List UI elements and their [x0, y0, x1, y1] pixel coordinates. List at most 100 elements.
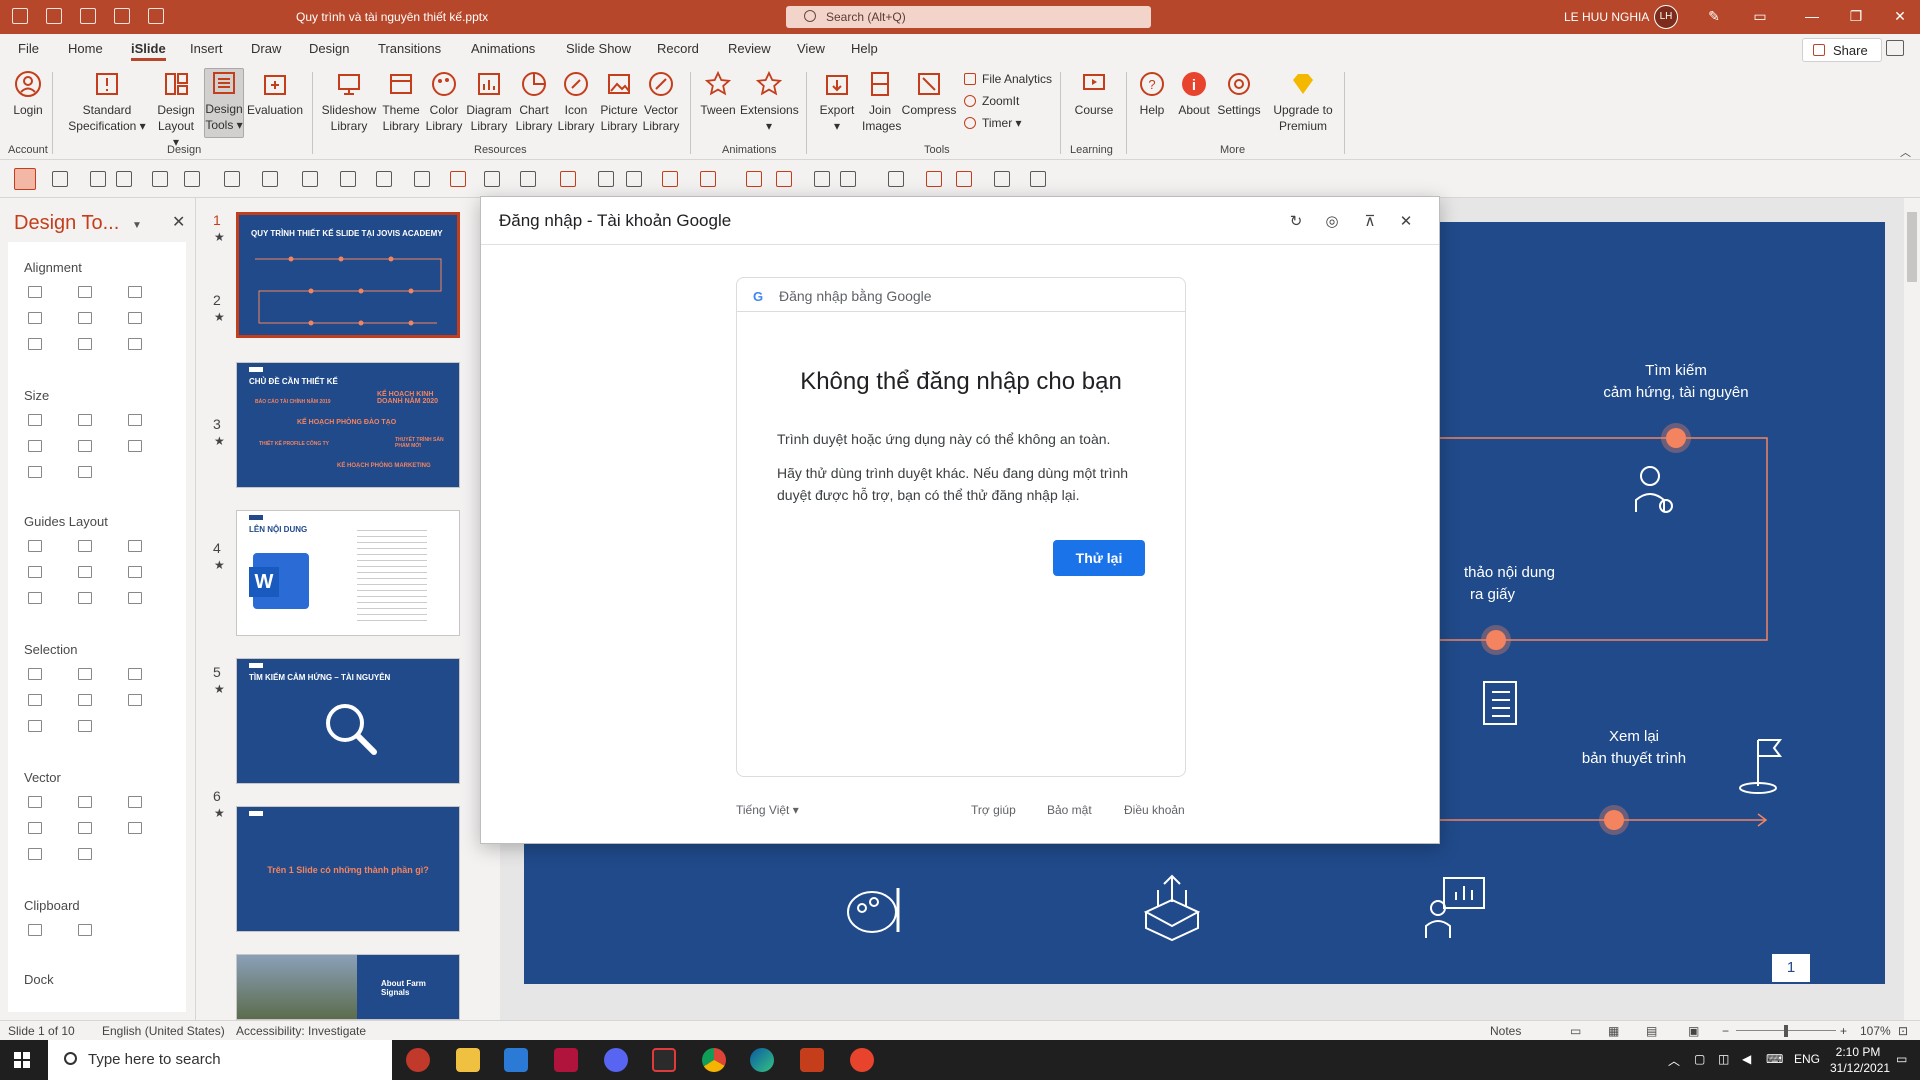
tab-islide[interactable]: iSlide: [131, 41, 166, 61]
guide-middle-icon[interactable]: [78, 566, 92, 578]
stretch-top-icon[interactable]: [28, 466, 42, 478]
chrome-icon[interactable]: [702, 1048, 726, 1072]
tab-draw[interactable]: Draw: [251, 41, 281, 56]
slide-thumbnail-3[interactable]: LÊN NỘI DUNG W: [236, 510, 460, 636]
vector-fragment-icon[interactable]: [128, 796, 142, 808]
save-icon[interactable]: [12, 8, 28, 24]
font-color-icon[interactable]: [224, 171, 240, 187]
guide-height-icon[interactable]: [78, 592, 92, 604]
slide-thumbnail-4[interactable]: TÌM KIẾM CẢM HỨNG – TÀI NGUYÊN: [236, 658, 460, 784]
select-bottom-icon[interactable]: [28, 720, 42, 732]
align-bottom-icon[interactable]: [128, 312, 142, 324]
customize-qat-icon[interactable]: [148, 8, 164, 24]
accessibility-status[interactable]: Accessibility: Investigate: [236, 1024, 366, 1038]
effects-icon[interactable]: [520, 171, 536, 187]
comments-icon[interactable]: [1886, 40, 1904, 56]
favorite-icon[interactable]: [560, 171, 576, 187]
stretch-bottom-icon[interactable]: [78, 466, 92, 478]
select-filter-icon[interactable]: [78, 720, 92, 732]
text-box-icon[interactable]: [90, 171, 106, 187]
crop-icon[interactable]: [598, 171, 614, 187]
course-button[interactable]: Course: [1070, 70, 1118, 118]
tray-app-icon[interactable]: ▢: [1694, 1052, 1705, 1066]
document-title[interactable]: Quy trình và tài nguyên thiết kế.pptx: [296, 10, 488, 24]
tab-transitions[interactable]: Transitions: [378, 41, 441, 56]
terms-link[interactable]: Điều khoản: [1124, 803, 1185, 817]
replace-icon[interactable]: [152, 171, 168, 187]
language-status[interactable]: English (United States): [102, 1024, 225, 1038]
icon-library-button[interactable]: Icon Library: [556, 70, 596, 134]
chart-library-button[interactable]: Chart Library: [514, 70, 554, 134]
design-tools-button[interactable]: Design Tools ▾: [204, 68, 244, 138]
same-size-icon[interactable]: [128, 414, 142, 426]
join-images-button[interactable]: Join Images: [862, 70, 901, 134]
select-top-icon[interactable]: [28, 694, 42, 706]
vector-intersect-icon[interactable]: [28, 822, 42, 834]
guide-width-icon[interactable]: [28, 592, 42, 604]
file-analytics-button[interactable]: File Analytics: [964, 72, 1052, 86]
undo-icon[interactable]: [46, 8, 62, 24]
select-same-fill-icon[interactable]: [28, 668, 42, 680]
align-top-icon[interactable]: [28, 312, 42, 324]
avatar[interactable]: LH: [1654, 5, 1678, 29]
language-indicator[interactable]: ENG: [1794, 1052, 1820, 1066]
powerpoint-icon[interactable]: [800, 1048, 824, 1072]
picture-crop-icon[interactable]: [184, 171, 200, 187]
layers-icon[interactable]: [746, 171, 762, 187]
tab-help[interactable]: Help: [851, 41, 878, 56]
export-button[interactable]: Export ▾: [814, 70, 860, 134]
retry-button[interactable]: Thử lại: [1053, 540, 1145, 576]
input-icon[interactable]: ⌨: [1766, 1052, 1783, 1066]
picture-library-button[interactable]: Picture Library: [598, 70, 640, 134]
guide-center-icon[interactable]: [78, 540, 92, 552]
standard-specification-button[interactable]: Standard Specification ▾: [66, 70, 148, 134]
search-box[interactable]: Search (Alt+Q): [786, 6, 1151, 28]
close-icon[interactable]: ✕: [1892, 8, 1908, 24]
select-same-line-icon[interactable]: [78, 668, 92, 680]
start-from-beginning-icon[interactable]: [114, 8, 130, 24]
screenshot-icon[interactable]: [888, 171, 904, 187]
notes-button[interactable]: Notes: [1490, 1024, 1521, 1038]
diagram-library-button[interactable]: Diagram Library: [466, 70, 512, 134]
tab-file[interactable]: File: [18, 41, 39, 56]
refresh-icon[interactable]: ↻: [1287, 213, 1305, 231]
collapse-ribbon-icon[interactable]: ︿: [1900, 144, 1911, 160]
line-eyedropper-icon[interactable]: [414, 171, 430, 187]
clock[interactable]: 2:10 PM 31/12/2021: [1830, 1044, 1890, 1076]
file-explorer-icon[interactable]: [456, 1048, 480, 1072]
timer-button[interactable]: Timer ▾: [964, 116, 1022, 130]
copy-icon[interactable]: [28, 924, 42, 936]
design-pane-toggle-icon[interactable]: [14, 168, 36, 190]
discord-icon[interactable]: [604, 1048, 628, 1072]
cursor-icon[interactable]: [128, 694, 142, 706]
about-button[interactable]: i About: [1174, 70, 1214, 118]
slide-sorter-icon[interactable]: ▦: [1608, 1024, 1619, 1038]
tab-slide-show[interactable]: Slide Show: [566, 41, 631, 56]
tab-insert[interactable]: Insert: [190, 41, 223, 56]
tab-review[interactable]: Review: [728, 41, 771, 56]
undo-icon[interactable]: [994, 171, 1010, 187]
zoom-out-icon[interactable]: −: [1722, 1024, 1729, 1038]
guide-top-icon[interactable]: [28, 566, 42, 578]
theme-library-button[interactable]: Theme Library: [380, 70, 422, 134]
paste-icon[interactable]: [78, 924, 92, 936]
select-center-icon[interactable]: [78, 694, 92, 706]
compress-button[interactable]: Compress: [900, 70, 958, 118]
fill-eyedropper-icon[interactable]: [340, 171, 356, 187]
slide-thumbnail-2[interactable]: CHỦ ĐỀ CẦN THIẾT KẾ BÁO CÁO TÀI CHÍNH NĂ…: [236, 362, 460, 488]
shape-icon[interactable]: [116, 171, 132, 187]
distribute-vertical-icon[interactable]: [78, 338, 92, 350]
vector-subtract-icon[interactable]: [78, 822, 92, 834]
compass-icon[interactable]: ◎: [1323, 213, 1341, 231]
pen-icon[interactable]: ✎: [1706, 8, 1722, 24]
tab-record[interactable]: Record: [657, 41, 699, 56]
zoom-in-icon[interactable]: +: [1840, 1024, 1847, 1038]
redo-icon[interactable]: [80, 8, 96, 24]
stretch-left-icon[interactable]: [28, 440, 42, 452]
slideshow-view-icon[interactable]: ▣: [1688, 1024, 1699, 1038]
help-link[interactable]: Trợ giúp: [971, 803, 1016, 817]
slide-select-icon[interactable]: [926, 171, 942, 187]
zoom-level[interactable]: 107%: [1860, 1024, 1891, 1038]
privacy-link[interactable]: Bảo mật: [1047, 803, 1092, 817]
tray-chevron-icon[interactable]: ︿: [1668, 1052, 1680, 1069]
